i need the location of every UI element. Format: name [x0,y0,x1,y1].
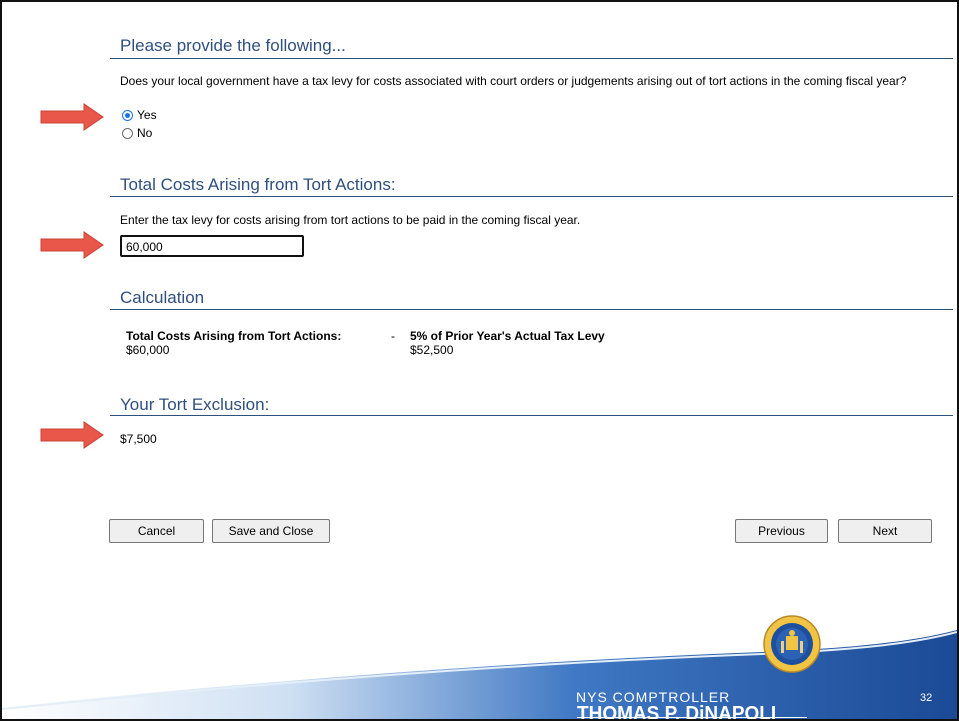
tax-levy-question: Does your local government have a tax le… [120,74,907,88]
calc-left-label: Total Costs Arising from Tort Actions: [126,329,342,343]
section-title-calculation: Calculation [120,288,205,307]
footer-comptroller-name: THOMAS P. DiNAPOLI [577,703,777,721]
page-number: 32 [920,692,933,704]
previous-button[interactable]: Previous [735,519,828,543]
section-title-provide: Please provide the following... [120,36,346,55]
calc-right-label: 5% of Prior Year's Actual Tax Levy [410,329,605,343]
calc-left-value: $60,000 [126,343,170,357]
red-arrow-icon [40,421,104,449]
section-title-total-costs: Total Costs Arising from Tort Actions: [120,175,396,194]
calc-operator: - [391,329,395,343]
nys-seal-icon [763,615,821,673]
section-divider [110,415,953,416]
next-button[interactable]: Next [838,519,932,543]
radio-yes-row[interactable]: Yes [122,108,157,122]
calc-right-value: $52,500 [410,343,454,357]
section-divider [110,58,953,59]
save-and-close-button[interactable]: Save and Close [212,519,330,543]
section-divider [110,309,953,310]
red-arrow-icon [40,103,104,131]
tort-exclusion-value: $7,500 [120,432,157,446]
radio-no-row[interactable]: No [122,126,152,140]
red-arrow-icon [40,231,104,259]
cancel-button[interactable]: Cancel [109,519,204,543]
tort-costs-input[interactable]: 60,000 [120,235,304,257]
radio-no[interactable] [122,127,133,139]
radio-yes[interactable] [122,109,133,121]
radio-yes-label: Yes [137,108,157,122]
section-title-tort-exclusion: Your Tort Exclusion: [120,395,270,414]
slide: Please provide the following... Does you… [0,0,959,721]
radio-no-label: No [137,126,153,140]
tort-levy-instruction: Enter the tax levy for costs arising fro… [120,213,581,227]
footer-underline [577,717,807,718]
section-divider [110,196,953,197]
